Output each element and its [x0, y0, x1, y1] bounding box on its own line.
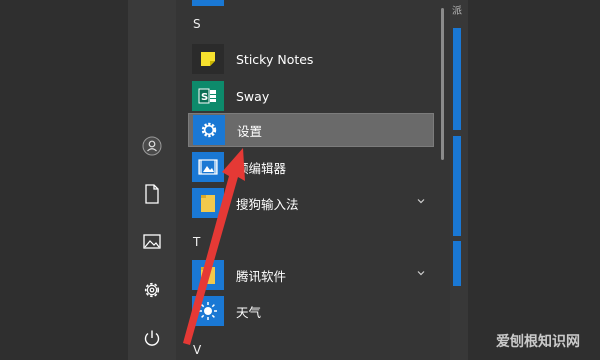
live-tile[interactable] [453, 136, 461, 236]
pictures-icon[interactable] [128, 224, 176, 260]
desktop-left-edge [0, 0, 128, 360]
app-sticky-notes[interactable]: Sticky Notes [188, 42, 434, 76]
chevron-down-icon[interactable] [416, 196, 426, 206]
settings-gear-icon [193, 115, 225, 145]
sway-icon: S [192, 81, 224, 111]
video-editor-icon [192, 152, 224, 182]
folder-icon [192, 260, 224, 290]
app-label: 频编辑器 [236, 160, 287, 176]
live-tile[interactable] [453, 241, 461, 286]
live-tile[interactable] [453, 28, 461, 130]
power-icon[interactable] [128, 320, 176, 356]
watermark-text: 爱刨根知识网 [496, 334, 580, 350]
sticky-notes-icon [192, 44, 224, 74]
section-header-s[interactable]: S [193, 17, 201, 31]
svg-text:S: S [201, 92, 208, 103]
app-label: 天气 [236, 304, 262, 320]
folder-icon [192, 188, 224, 218]
desktop-right-edge [468, 0, 600, 360]
section-header-v[interactable]: V [193, 343, 201, 357]
app-weather[interactable]: 天气 [188, 294, 434, 328]
weather-sun-icon [192, 296, 224, 326]
app-icon-partial [192, 0, 224, 6]
app-video-editor[interactable]: 频编辑器 [188, 150, 434, 184]
gear-icon[interactable] [128, 272, 176, 308]
app-label: 设置 [237, 123, 263, 139]
app-sway[interactable]: S Sway [188, 79, 434, 113]
app-label: Sway [236, 88, 270, 104]
app-folder-sogou-input[interactable]: 搜狗输入法 [188, 186, 434, 220]
app-settings[interactable]: 设置 [188, 113, 434, 147]
section-header-t[interactable]: T [193, 235, 200, 249]
user-icon[interactable] [128, 128, 176, 164]
app-label: 腾讯软件 [236, 268, 287, 284]
tile-group-label: 派 [452, 6, 462, 17]
scrollbar[interactable] [441, 8, 444, 160]
app-folder-tencent-software[interactable]: 腾讯软件 [188, 258, 434, 292]
chevron-down-icon[interactable] [416, 268, 426, 278]
app-label: Sticky Notes [236, 51, 314, 67]
app-label: 搜狗输入法 [236, 196, 299, 212]
document-icon[interactable] [128, 176, 176, 212]
